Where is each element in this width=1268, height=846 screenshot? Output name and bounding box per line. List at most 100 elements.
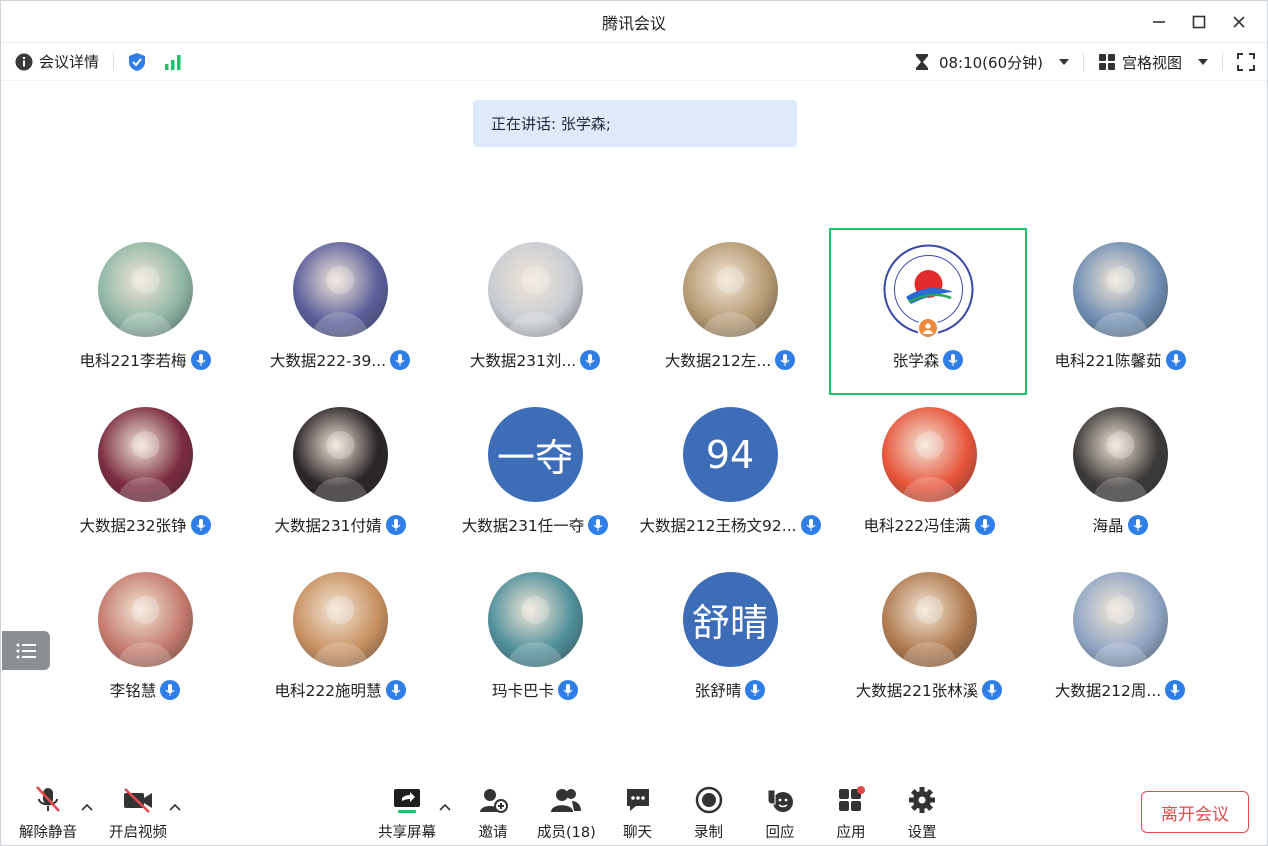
participant-tile[interactable]: 张学森 bbox=[829, 228, 1027, 395]
participant-tile[interactable]: 李铭慧 bbox=[47, 560, 243, 710]
chat-icon bbox=[626, 789, 649, 811]
participant-tile[interactable]: 电科221李若梅 bbox=[47, 230, 243, 380]
avatar bbox=[1072, 242, 1168, 337]
participant-name: 大数据212周... bbox=[1054, 682, 1162, 700]
react-button[interactable]: 回应 bbox=[765, 783, 795, 842]
mic-status-icon bbox=[390, 350, 411, 370]
mic-status-icon bbox=[974, 515, 995, 535]
participant-tile[interactable]: 电科222冯佳满 bbox=[831, 395, 1027, 545]
mic-status-icon bbox=[580, 350, 601, 370]
mic-icon bbox=[948, 354, 958, 366]
invite-label: 邀请 bbox=[478, 825, 508, 841]
share-screen-icon bbox=[394, 789, 420, 813]
hand-emoji-icon bbox=[767, 789, 793, 812]
share-screen-button[interactable]: 共享屏幕 bbox=[378, 783, 436, 842]
participant-tile[interactable]: 大数据222-39... bbox=[242, 230, 438, 380]
leave-meeting-button[interactable]: 离开会议 bbox=[1141, 791, 1249, 833]
participant-tile[interactable]: 电科222施明慧 bbox=[242, 560, 438, 710]
timer-button[interactable]: 08:10(60分钟) bbox=[915, 52, 1069, 73]
avatar bbox=[292, 572, 388, 667]
info-icon bbox=[15, 53, 33, 70]
participant-name: 李铭慧 bbox=[109, 682, 157, 700]
mic-status-icon bbox=[190, 350, 211, 370]
shield-icon bbox=[129, 52, 146, 71]
participant-name: 电科221李若梅 bbox=[79, 352, 187, 370]
unmute-button[interactable]: 解除静音 bbox=[19, 783, 77, 842]
participant-name: 海晶 bbox=[1092, 517, 1124, 535]
mic-muted-icon bbox=[36, 786, 60, 812]
chat-button[interactable]: 聊天 bbox=[623, 783, 652, 842]
unmute-label: 解除静音 bbox=[19, 825, 77, 841]
security-button[interactable] bbox=[128, 52, 146, 72]
participant-name: 张舒晴 bbox=[694, 682, 742, 700]
audio-options-chevron-icon[interactable] bbox=[81, 801, 93, 813]
participant-name: 大数据221张林溪 bbox=[855, 682, 979, 700]
participant-tile[interactable]: 大数据212左... bbox=[632, 230, 828, 380]
participant-name-row: 张舒晴 bbox=[695, 679, 766, 701]
photo-avatar-icon bbox=[117, 596, 173, 667]
share-options-chevron-icon[interactable] bbox=[439, 801, 451, 813]
participant-tile[interactable]: 大数据231付婧 bbox=[242, 395, 438, 545]
participant-tile[interactable]: 一夺 大数据231任一夺 bbox=[437, 395, 633, 545]
mic-status-icon bbox=[1165, 680, 1186, 700]
mic-icon bbox=[165, 684, 175, 696]
participant-tile[interactable]: 大数据221张林溪 bbox=[831, 560, 1027, 710]
record-icon bbox=[695, 786, 722, 814]
participant-tile[interactable]: 大数据231刘... bbox=[437, 230, 633, 380]
minimize-button[interactable] bbox=[1139, 1, 1179, 43]
divider bbox=[1082, 53, 1084, 71]
view-mode-button[interactable]: 宫格视图 bbox=[1098, 52, 1208, 73]
mic-status-icon bbox=[190, 515, 211, 535]
participant-list-toggle[interactable] bbox=[2, 631, 50, 670]
avatar bbox=[1072, 572, 1168, 667]
network-status-button[interactable] bbox=[164, 54, 182, 70]
close-button[interactable] bbox=[1219, 1, 1259, 43]
participant-tile[interactable]: 海晶 bbox=[1022, 395, 1218, 545]
gear-icon bbox=[909, 787, 935, 813]
mic-status-icon bbox=[982, 680, 1003, 700]
speaking-text: 正在讲话: 张学森; bbox=[491, 115, 611, 133]
participant-tile[interactable]: 大数据212周... bbox=[1022, 560, 1218, 710]
mic-icon bbox=[987, 684, 997, 696]
meeting-details-label: 会议详情 bbox=[39, 53, 100, 71]
participant-name-row: 大数据212王杨文92... bbox=[639, 514, 821, 536]
participant-tile[interactable]: 舒晴 张舒晴 bbox=[632, 560, 828, 710]
start-video-button[interactable]: 开启视频 bbox=[109, 783, 167, 842]
list-icon bbox=[16, 643, 36, 658]
avatar bbox=[292, 242, 388, 337]
participant-tile[interactable]: 大数据232张铮 bbox=[47, 395, 243, 545]
photo-avatar-icon bbox=[312, 431, 368, 502]
record-button[interactable]: 录制 bbox=[694, 783, 723, 842]
participant-tile[interactable]: 电科221陈馨茹 bbox=[1022, 230, 1218, 380]
bottom-toolbar: 解除静音 开启视频 共享屏幕 邀请 成员(18) 聊天 录制 回应 应用 设置 … bbox=[1, 777, 1267, 845]
settings-button[interactable]: 设置 bbox=[907, 783, 937, 842]
invite-button[interactable]: 邀请 bbox=[478, 783, 508, 842]
participant-tile[interactable]: 玛卡巴卡 bbox=[437, 560, 633, 710]
members-icon bbox=[551, 789, 582, 812]
participant-name-row: 大数据232张铮 bbox=[79, 514, 211, 536]
participant-name: 电科222冯佳满 bbox=[863, 517, 971, 535]
window-title: 腾讯会议 bbox=[601, 13, 666, 33]
participant-name-row: 大数据231刘... bbox=[470, 349, 601, 371]
mic-status-icon bbox=[745, 680, 766, 700]
maximize-button[interactable] bbox=[1179, 1, 1219, 43]
apps-button[interactable]: 应用 bbox=[836, 783, 866, 842]
participant-name-row: 电科221陈馨茹 bbox=[1054, 349, 1186, 371]
photo-avatar-icon bbox=[901, 431, 957, 502]
members-button[interactable]: 成员(18) bbox=[537, 783, 596, 842]
participant-tile[interactable]: 94 大数据212王杨文92... bbox=[632, 395, 828, 545]
chevron-down-icon bbox=[1198, 59, 1208, 65]
participant-name: 大数据222-39... bbox=[269, 352, 387, 370]
participant-name: 电科221陈馨茹 bbox=[1054, 352, 1162, 370]
speaking-indicator: 正在讲话: 张学森; bbox=[473, 100, 797, 147]
fullscreen-button[interactable] bbox=[1237, 53, 1255, 71]
meeting-details-button[interactable]: 会议详情 bbox=[15, 51, 99, 72]
mic-status-icon bbox=[800, 515, 821, 535]
mic-status-icon bbox=[1127, 515, 1148, 535]
photo-avatar-icon bbox=[901, 596, 957, 667]
video-options-chevron-icon[interactable] bbox=[169, 801, 181, 813]
avatar bbox=[682, 242, 778, 337]
close-icon bbox=[1233, 16, 1245, 28]
mic-status-icon bbox=[558, 680, 578, 700]
grid-view-icon bbox=[1098, 54, 1115, 70]
